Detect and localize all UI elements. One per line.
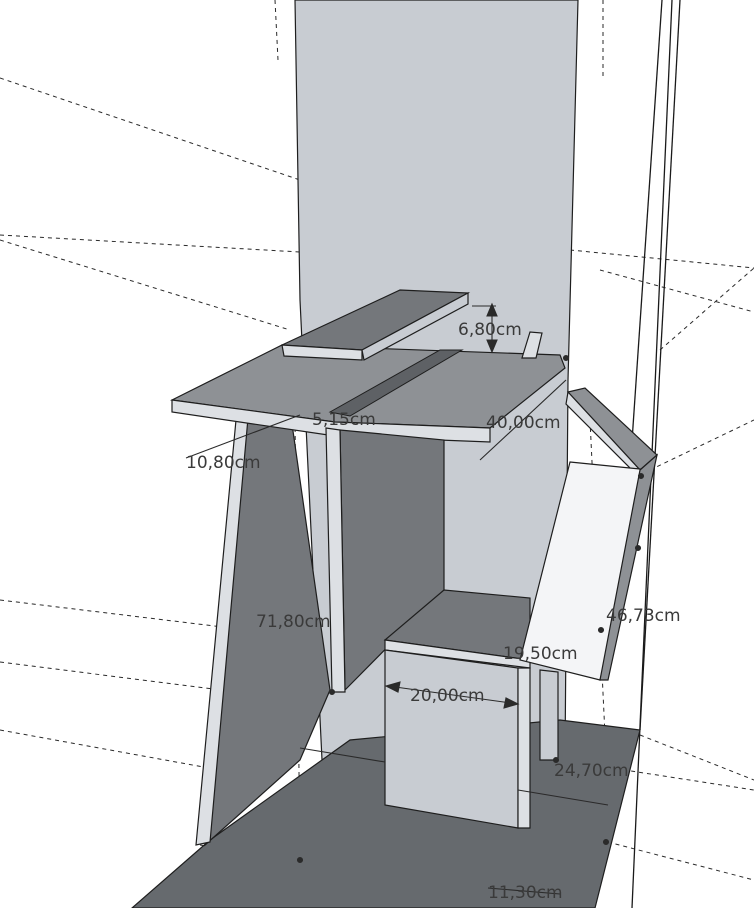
endpoint-marker <box>296 856 304 864</box>
dim-cubby-width: 20,00cm <box>410 686 485 706</box>
dim-flap-length: 46,73cm <box>606 606 681 626</box>
endpoint-marker <box>597 626 605 634</box>
guide-line <box>599 269 754 313</box>
endpoint-marker <box>328 688 336 696</box>
dim-ledge-depth: 19,50cm <box>503 644 578 664</box>
dim-desk-depth: 40,00cm <box>486 413 561 433</box>
guide-line <box>649 419 754 471</box>
cubby-right-leg[interactable] <box>539 669 559 761</box>
cubby-front-panel[interactable] <box>384 649 519 829</box>
guide-line <box>569 249 754 269</box>
guide-line <box>0 234 301 253</box>
dim-total-height: 71,80cm <box>256 612 331 632</box>
endpoint-marker <box>602 838 610 846</box>
cubby-side-panel[interactable] <box>517 667 531 829</box>
guide-line <box>639 734 754 781</box>
right-bracket[interactable] <box>566 387 658 471</box>
guide-line <box>0 729 221 771</box>
dim-shelf-height: 6,80cm <box>458 320 522 340</box>
sketchup-viewport[interactable]: 6,80cm 5,15cm 10,80cm 40,00cm 71,80cm 46… <box>0 0 754 909</box>
guide-line <box>0 239 291 331</box>
dim-slot-width: 5,15cm <box>312 410 376 430</box>
guide-line <box>274 0 279 61</box>
dim-base-depth: 24,70cm <box>554 761 629 781</box>
furniture-3d-model[interactable]: 6,80cm 5,15cm 10,80cm 40,00cm 71,80cm 46… <box>0 0 754 909</box>
endpoint-marker <box>637 472 645 480</box>
dim-foot-width: 11,30cm <box>488 883 563 903</box>
guide-line <box>0 77 301 181</box>
guide-line <box>599 839 754 881</box>
endpoint-marker <box>634 544 642 552</box>
endpoint-marker <box>562 354 570 362</box>
dim-shelf-depth: 10,80cm <box>186 453 261 473</box>
guide-line <box>659 267 754 351</box>
